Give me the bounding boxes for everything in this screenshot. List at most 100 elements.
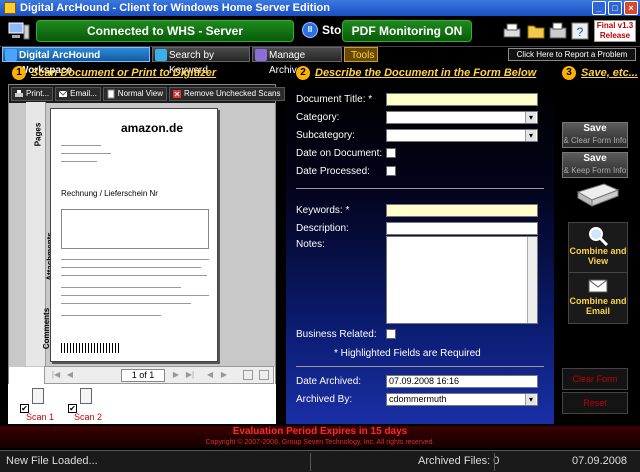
side-tab-comments[interactable]: Comments <box>26 308 51 349</box>
printer-icon <box>15 90 23 97</box>
reset-button[interactable]: Reset <box>562 392 628 414</box>
required-fields-note: * Highlighted Fields are Required <box>334 348 481 359</box>
page-indicator[interactable]: 1 of 1 <box>121 369 165 382</box>
notes-textarea[interactable] <box>386 236 538 324</box>
report-problem-link[interactable]: Click Here to Report a Problem <box>508 48 636 61</box>
archived-by-select[interactable]: cdommermuth <box>386 393 538 406</box>
divider <box>296 366 544 367</box>
description-input[interactable] <box>386 222 538 235</box>
prev-page-button[interactable]: ◀ <box>65 370 75 380</box>
maximize-button[interactable]: □ <box>608 1 622 15</box>
date-archived-field: 07.09.2008 16:16 <box>386 375 538 388</box>
category-select[interactable] <box>386 111 538 124</box>
doc-logo: amazon.de <box>121 121 184 135</box>
search-icon <box>155 49 167 61</box>
normal-view-label: Normal View <box>117 89 163 98</box>
business-related-checkbox[interactable] <box>386 329 396 339</box>
print-button[interactable]: Print... <box>11 87 54 101</box>
step-number: 3 <box>562 66 576 80</box>
side-tab-pages[interactable]: Pages <box>26 123 46 147</box>
notes-scrollbar[interactable] <box>527 237 537 323</box>
next-page-button[interactable]: ▶ <box>171 370 181 380</box>
scan-label: Scan 1 <box>26 412 55 422</box>
scanned-page: amazon.de Rechnung / Lieferschein Nr <box>50 108 218 362</box>
step-text[interactable]: Describe the Document in the Form Below <box>315 67 536 79</box>
date-processed-label: Date Processed: <box>296 166 370 177</box>
step-number: 2 <box>296 66 310 80</box>
save-clear-button[interactable]: Save & Clear Form Info <box>562 122 628 148</box>
side-tab-attachments[interactable]: Attachments <box>26 232 55 280</box>
doc-table <box>61 209 209 249</box>
evaluation-text: Evaluation Period Expires in 15 days <box>232 426 408 437</box>
scan-thumbnail[interactable]: ✔ Scan 2 <box>68 388 108 424</box>
category-label: Category: <box>296 112 340 123</box>
step-text[interactable]: Scan Document or Print to Digitizer <box>31 67 216 79</box>
step-number: 1 <box>12 66 26 80</box>
fax-icon[interactable] <box>548 21 568 41</box>
last-page-button[interactable]: ▶| <box>185 370 195 380</box>
tab-manage-archives[interactable]: Manage Archives <box>252 47 342 76</box>
save-keep-button[interactable]: Save & Keep Form Info <box>562 152 628 178</box>
tab-search[interactable]: Search by Keyword <box>152 47 250 76</box>
pdf-monitoring-status: PDF Monitoring ON <box>342 20 472 42</box>
back-button[interactable]: ◀ <box>205 370 215 380</box>
folder-icon[interactable] <box>526 21 546 41</box>
viewer-side-tabs: Pages Attachments Comments <box>26 102 55 366</box>
archive-icon <box>255 49 267 61</box>
step-text[interactable]: Save, etc... <box>581 67 638 79</box>
page-icon <box>107 89 115 99</box>
step-3: 3 Save, etc... <box>562 66 638 80</box>
print-label: Print... <box>26 89 50 98</box>
combine-view-button[interactable]: Combine and View <box>568 222 628 274</box>
status-bar: New File Loaded... Archived Files: 0 07.… <box>0 450 640 472</box>
workspace-icon <box>5 49 17 61</box>
archived-by-label: Archived By: <box>296 394 353 405</box>
forward-button[interactable]: ▶ <box>219 370 229 380</box>
save-label: Save <box>583 153 607 164</box>
close-button[interactable]: × <box>624 1 638 15</box>
status-header: Connected to WHS - Server II Stop PDF Mo… <box>0 16 640 46</box>
envelope-icon <box>588 279 608 293</box>
scan-label: Scan 2 <box>74 412 103 422</box>
first-page-button[interactable]: |◀ <box>51 370 61 380</box>
printer-icon[interactable] <box>502 21 522 41</box>
pause-icon: II <box>302 22 318 38</box>
evaluation-banner: Evaluation Period Expires in 15 days Cop… <box>0 426 640 448</box>
clear-form-button[interactable]: Clear Form <box>562 368 628 390</box>
normal-view-button[interactable]: Normal View <box>102 87 167 101</box>
email-button[interactable]: Email... <box>55 87 101 101</box>
date-processed-checkbox[interactable] <box>386 166 396 176</box>
envelope-icon <box>58 90 68 97</box>
help-icon[interactable]: ? <box>570 21 590 41</box>
scanner-icon <box>576 183 620 207</box>
document-form: Document Title: * Category: Subcategory:… <box>286 84 554 424</box>
step-1: 1 Scan Document or Print to Digitizer <box>12 66 216 80</box>
side-tab-label: Pages <box>33 122 43 147</box>
status-date: 07.09.2008 <box>572 455 628 467</box>
server-icon <box>8 22 30 40</box>
notes-label: Notes: <box>296 239 325 250</box>
scan-thumbnails: ✔ Scan 1 ✔ Scan 2 <box>8 384 276 424</box>
magnifier-icon <box>589 227 609 246</box>
tab-tools[interactable]: Tools <box>344 47 378 62</box>
release-version: Final v1.3 <box>596 21 634 30</box>
status-separator <box>494 453 495 471</box>
keywords-input[interactable] <box>386 204 538 217</box>
remove-unchecked-button[interactable]: Remove Unchecked Scans <box>169 87 285 101</box>
remove-icon <box>173 90 181 98</box>
date-on-document-checkbox[interactable] <box>386 148 396 158</box>
scan-thumbnail[interactable]: ✔ Scan 1 <box>20 388 60 424</box>
subcategory-select[interactable] <box>386 129 538 142</box>
combine-email-button[interactable]: Combine and Email <box>568 272 628 324</box>
tab-workspace[interactable]: Digital ArcHound Workspace <box>2 47 150 76</box>
release-badge: Final v1.3 Release <box>594 20 636 42</box>
description-label: Description: <box>296 223 349 234</box>
subcategory-label: Subcategory: <box>296 130 355 141</box>
minimize-button[interactable]: _ <box>592 1 606 15</box>
tab-label: Tools <box>351 50 375 61</box>
keywords-label: Keywords: * <box>296 205 350 216</box>
document-title-input[interactable] <box>386 93 538 106</box>
fit-width-icon[interactable] <box>259 370 269 380</box>
fit-page-icon[interactable] <box>243 370 253 380</box>
page-navigation: |◀ ◀ 1 of 1 ▶ ▶| ◀ ▶ <box>44 366 274 384</box>
